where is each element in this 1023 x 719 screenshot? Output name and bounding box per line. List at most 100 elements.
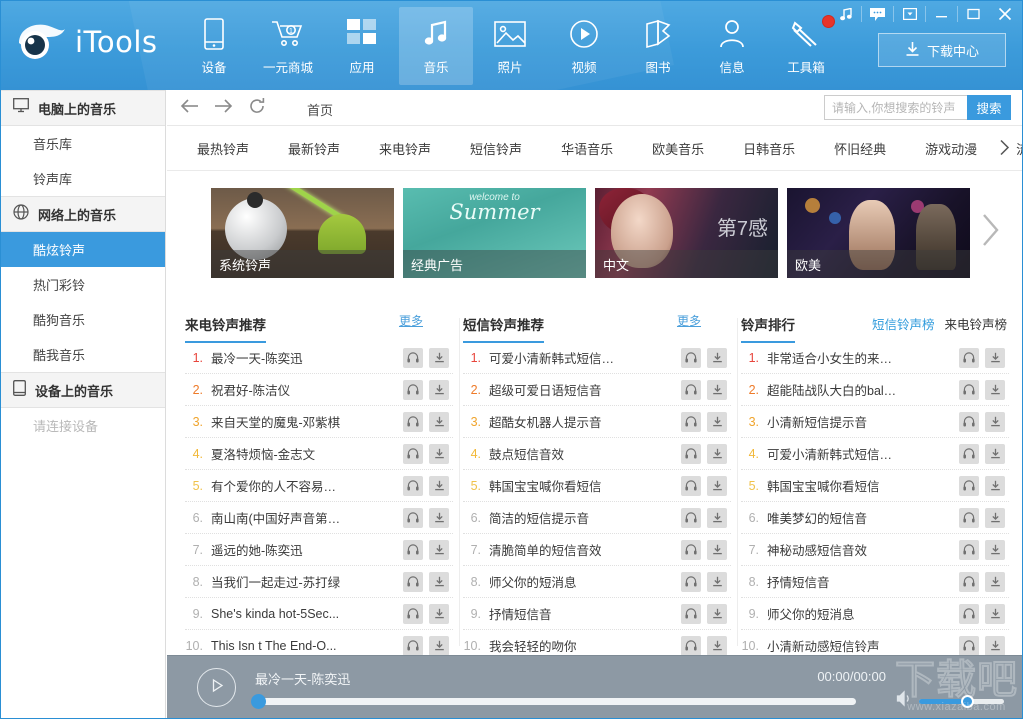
item-name[interactable]: 小清新短信提示音 (765, 412, 959, 431)
preview-button[interactable] (403, 572, 423, 592)
table-row[interactable]: 4.鼓点短信音效 (463, 438, 731, 470)
item-name[interactable]: 当我们一起走过-苏打绿 (209, 572, 403, 591)
tab-call-ringtone[interactable]: 来电铃声 (379, 139, 431, 158)
download-button[interactable] (707, 540, 727, 560)
item-name[interactable]: 可爱小清新韩式短信… (765, 444, 959, 463)
nav-item-apps[interactable]: 应用 (325, 7, 399, 85)
item-name[interactable]: She's kinda hot-5Sec... (209, 607, 403, 621)
preview-button[interactable] (681, 476, 701, 496)
item-name[interactable]: 我会轻轻的吻你 (487, 636, 681, 655)
sidebar-item-kuwo-music[interactable]: 酷我音乐 (1, 337, 165, 372)
item-name[interactable]: 超级可爱日语短信音 (487, 380, 681, 399)
preview-button[interactable] (681, 412, 701, 432)
download-center-button[interactable]: 下载中心 (878, 33, 1006, 67)
banner-classic-ads[interactable]: welcome to Summer 经典广告 (403, 188, 586, 278)
tab-hottest[interactable]: 最热铃声 (197, 139, 249, 158)
preview-button[interactable] (959, 380, 979, 400)
download-button[interactable] (429, 444, 449, 464)
item-name[interactable]: 韩国宝宝喊你看短信 (765, 476, 959, 495)
download-button[interactable] (707, 444, 727, 464)
table-row[interactable]: 5.韩国宝宝喊你看短信 (741, 470, 1009, 502)
preview-button[interactable] (403, 540, 423, 560)
sidebar-item-hot-crbt[interactable]: 热门彩铃 (1, 267, 165, 302)
item-name[interactable]: 师父你的短消息 (765, 604, 959, 623)
download-button[interactable] (985, 508, 1005, 528)
sidebar-item-cool-ringtones[interactable]: 酷炫铃声 (1, 232, 165, 267)
item-name[interactable]: 可爱小清新韩式短信… (487, 348, 681, 367)
table-row[interactable]: 2.超能陆战队大白的bal… (741, 374, 1009, 406)
item-name[interactable]: 抒情短信音 (765, 572, 959, 591)
breadcrumb[interactable]: 首页 (307, 100, 333, 119)
download-button[interactable] (985, 412, 1005, 432)
preview-button[interactable] (403, 444, 423, 464)
download-button[interactable] (707, 636, 727, 656)
table-row[interactable]: 9.师父你的短消息 (741, 598, 1009, 630)
preview-button[interactable] (959, 412, 979, 432)
item-name[interactable]: 清脆简单的短信音效 (487, 540, 681, 559)
table-row[interactable]: 2.超级可爱日语短信音 (463, 374, 731, 406)
preview-button[interactable] (959, 348, 979, 368)
refresh-button[interactable] (245, 96, 269, 120)
chart-tab-sms[interactable]: 短信铃声榜 (872, 314, 935, 333)
tab-jk-music[interactable]: 日韩音乐 (743, 139, 795, 158)
tab-chinese-music[interactable]: 华语音乐 (561, 139, 613, 158)
tab-nostalgic[interactable]: 怀旧经典 (834, 139, 886, 158)
preview-button[interactable] (403, 604, 423, 624)
download-button[interactable] (707, 508, 727, 528)
preview-button[interactable] (681, 636, 701, 656)
item-name[interactable]: 神秘动感短信音效 (765, 540, 959, 559)
preview-button[interactable] (403, 636, 423, 656)
banner-next-arrow-icon[interactable] (980, 212, 1002, 254)
minimize-icon[interactable] (926, 1, 957, 27)
table-row[interactable]: 1.可爱小清新韩式短信… (463, 342, 731, 374)
maximize-icon[interactable] (958, 1, 989, 27)
table-row[interactable]: 6.唯美梦幻的短信音 (741, 502, 1009, 534)
download-button[interactable] (985, 476, 1005, 496)
download-button[interactable] (429, 604, 449, 624)
forward-button[interactable] (211, 96, 235, 120)
preview-button[interactable] (681, 348, 701, 368)
item-name[interactable]: 抒情短信音 (487, 604, 681, 623)
download-button[interactable] (429, 540, 449, 560)
download-button[interactable] (985, 444, 1005, 464)
preview-button[interactable] (403, 412, 423, 432)
download-button[interactable] (985, 636, 1005, 656)
item-name[interactable]: 遥远的她-陈奕迅 (209, 540, 403, 559)
close-icon[interactable] (989, 1, 1020, 27)
table-row[interactable]: 1.非常适合小女生的来… (741, 342, 1009, 374)
item-name[interactable]: 有个爱你的人不容易… (209, 476, 403, 495)
download-button[interactable] (429, 572, 449, 592)
play-button[interactable] (197, 668, 236, 707)
table-row[interactable]: 7.神秘动感短信音效 (741, 534, 1009, 566)
table-row[interactable]: 2.祝君好-陈洁仪 (185, 374, 453, 406)
download-button[interactable] (707, 348, 727, 368)
seek-slider[interactable] (259, 698, 856, 705)
preview-button[interactable] (681, 572, 701, 592)
preview-button[interactable] (959, 604, 979, 624)
download-button[interactable] (707, 412, 727, 432)
volume-slider[interactable] (919, 699, 1004, 704)
back-button[interactable] (177, 96, 201, 120)
download-button[interactable] (429, 380, 449, 400)
item-name[interactable]: 超能陆战队大白的bal… (765, 380, 959, 399)
nav-item-book[interactable]: 图书 (621, 7, 695, 85)
banner-western[interactable]: 欧美 (787, 188, 970, 278)
download-button[interactable] (985, 540, 1005, 560)
preview-button[interactable] (403, 380, 423, 400)
item-name[interactable]: 最冷一天-陈奕迅 (209, 348, 403, 367)
item-name[interactable]: 师父你的短消息 (487, 572, 681, 591)
download-button[interactable] (985, 604, 1005, 624)
download-button[interactable] (707, 572, 727, 592)
music-note-icon[interactable] (830, 1, 861, 27)
download-button[interactable] (707, 476, 727, 496)
table-row[interactable]: 7.清脆简单的短信音效 (463, 534, 731, 566)
more-link[interactable]: 更多 (677, 312, 701, 329)
table-row[interactable]: 9.抒情短信音 (463, 598, 731, 630)
item-name[interactable]: 唯美梦幻的短信音 (765, 508, 959, 527)
item-name[interactable]: 来自天堂的魔鬼-邓紫棋 (209, 412, 403, 431)
table-row[interactable]: 4.夏洛特烦恼-金志文 (185, 438, 453, 470)
search-button[interactable]: 搜索 (967, 95, 1011, 120)
banner-system-ringtones[interactable]: 系统铃声 (211, 188, 394, 278)
preview-button[interactable] (959, 508, 979, 528)
preview-button[interactable] (959, 636, 979, 656)
